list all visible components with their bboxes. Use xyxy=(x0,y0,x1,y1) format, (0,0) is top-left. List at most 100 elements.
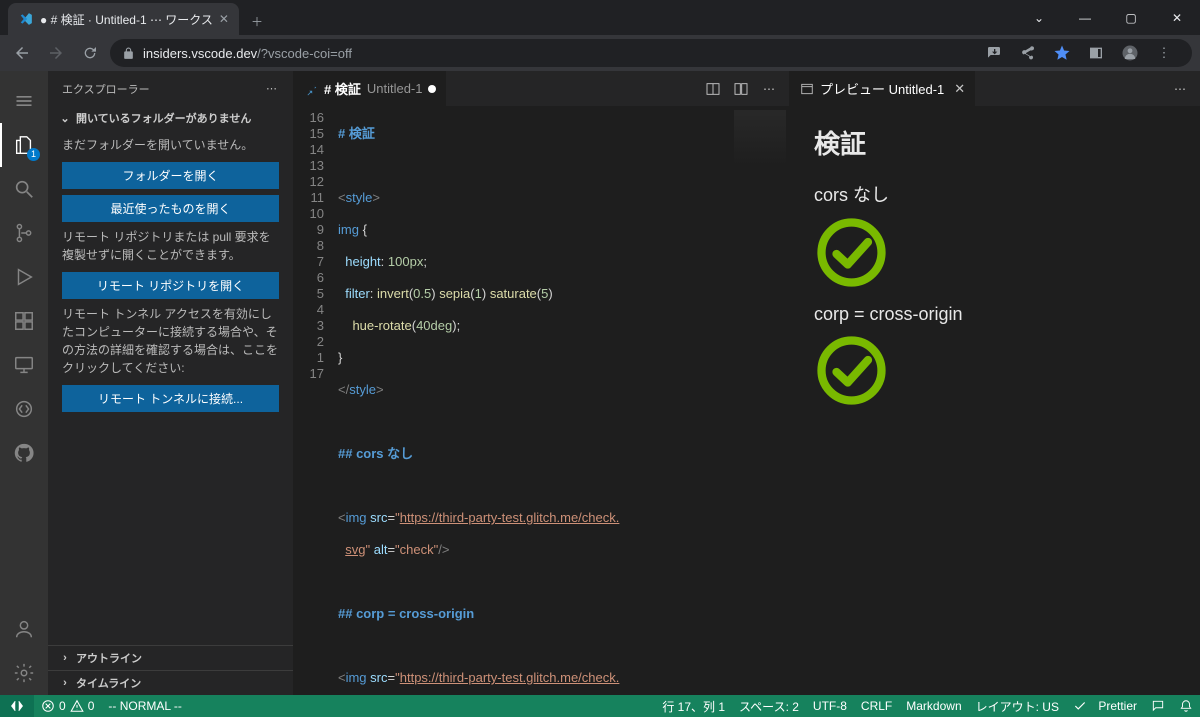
status-bar: 0 0 -- NORMAL -- 行 17、列 1 スペース: 2 UTF-8 … xyxy=(0,695,1200,717)
preview-icon xyxy=(800,82,814,96)
side-panel-icon[interactable] xyxy=(1080,39,1112,67)
editor-actions: ⋯ xyxy=(703,79,789,99)
new-tab-button[interactable]: ＋ xyxy=(243,7,271,35)
preview-tab[interactable]: プレビュー Untitled-1 ✕ xyxy=(790,71,975,106)
preview-h2-cors: cors なし xyxy=(814,181,1176,207)
sidebar-more-icon[interactable]: ⋯ xyxy=(266,82,279,95)
lock-icon xyxy=(122,47,135,60)
address-row: insiders.vscode.dev/?vscode-coi=off ⋮ xyxy=(0,35,1200,71)
preview-h1: 検証 xyxy=(814,124,1176,161)
chevron-right-icon: › xyxy=(58,652,72,664)
close-icon[interactable]: ✕ xyxy=(954,81,965,97)
minimap[interactable] xyxy=(733,106,789,695)
explorer-badge: 1 xyxy=(27,148,40,161)
preview-pane: プレビュー Untitled-1 ✕ ⋯ 検証 cors なし corp = c… xyxy=(790,71,1200,695)
feedback-icon[interactable] xyxy=(1144,695,1172,717)
open-folder-button[interactable]: フォルダーを開く xyxy=(62,162,279,189)
line-number-gutter: 16 15 14 13 12 11 10 9 8 7 6 5 4 3 2 1 1 xyxy=(294,106,338,695)
outline-label: アウトライン xyxy=(76,650,142,666)
minimize-button[interactable]: ― xyxy=(1062,0,1108,35)
msg-tunnel: リモート トンネル アクセスを有効にしたコンピューターに接続する場合や、その方法… xyxy=(62,305,279,377)
split-editor-icon[interactable] xyxy=(731,79,751,99)
language-mode-status[interactable]: Markdown xyxy=(899,695,968,717)
url-text: insiders.vscode.dev/?vscode-coi=off xyxy=(143,46,352,61)
share-icon[interactable] xyxy=(1012,39,1044,67)
settings-gear-icon[interactable] xyxy=(0,651,48,695)
eol-status[interactable]: CRLF xyxy=(854,695,899,717)
close-window-button[interactable]: ✕ xyxy=(1154,0,1200,35)
indent-status[interactable]: スペース: 2 xyxy=(732,695,806,717)
editor-area: # 検証 Untitled-1 ⋯ 16 15 14 13 12 11 xyxy=(294,71,1200,695)
profile-avatar-icon[interactable] xyxy=(1114,39,1146,67)
msg-no-folder: まだフォルダーを開いていません。 xyxy=(62,136,279,154)
timeline-section[interactable]: › タイムライン xyxy=(48,670,293,695)
check-image-cors xyxy=(814,215,889,290)
cursor-position[interactable]: 行 17、列 1 xyxy=(655,695,732,717)
vscode-favicon xyxy=(18,11,34,27)
vim-mode-status[interactable]: -- NORMAL -- xyxy=(101,695,189,717)
browser-chrome: ● # 検証 · Untitled-1 ⋯ ワークス ✕ ＋ ⌄ ― ▢ ✕ i… xyxy=(0,0,1200,71)
explorer-icon[interactable]: 1 xyxy=(0,123,48,167)
run-debug-icon[interactable] xyxy=(0,255,48,299)
preview-more-icon[interactable]: ⋯ xyxy=(1174,82,1200,96)
section-header-label: 開いているフォルダーがありません xyxy=(76,110,251,126)
open-remote-repo-button[interactable]: リモート リポジトリを開く xyxy=(62,272,279,299)
notifications-icon[interactable] xyxy=(1172,695,1200,717)
github-icon[interactable] xyxy=(0,431,48,475)
back-button[interactable] xyxy=(8,39,36,67)
no-folder-section-header[interactable]: ⌄ 開いているフォルダーがありません xyxy=(48,106,293,130)
install-app-icon[interactable] xyxy=(978,39,1010,67)
tab-filename: Untitled-1 xyxy=(367,81,423,96)
editor-tab[interactable]: # 検証 Untitled-1 xyxy=(294,71,447,106)
code-body[interactable]: 16 15 14 13 12 11 10 9 8 7 6 5 4 3 2 1 1 xyxy=(294,106,789,695)
prettier-status[interactable]: Prettier xyxy=(1066,695,1144,717)
connect-tunnel-button[interactable]: リモート トンネルに接続... xyxy=(62,385,279,412)
accounts-icon[interactable] xyxy=(0,607,48,651)
tab-label: # 検証 xyxy=(324,79,361,98)
kebab-menu-icon[interactable]: ⋮ xyxy=(1148,39,1180,67)
editor-tabbar: # 検証 Untitled-1 ⋯ xyxy=(294,71,789,106)
open-recent-button[interactable]: 最近使ったものを開く xyxy=(62,195,279,222)
sidebar-title-row: エクスプローラー ⋯ xyxy=(48,71,293,106)
menu-icon[interactable] xyxy=(0,79,48,123)
dev-container-icon[interactable] xyxy=(0,387,48,431)
preview-tab-label: プレビュー Untitled-1 xyxy=(820,79,944,98)
close-tab-icon[interactable]: ✕ xyxy=(219,12,229,26)
browser-tab-strip: ● # 検証 · Untitled-1 ⋯ ワークス ✕ ＋ ⌄ ― ▢ ✕ xyxy=(0,0,1200,35)
browser-tab-title: ● # 検証 · Untitled-1 ⋯ ワークス xyxy=(40,11,213,28)
check-image-corp xyxy=(814,333,889,408)
chevron-right-icon: › xyxy=(58,677,72,689)
extensions-icon[interactable] xyxy=(0,299,48,343)
editor-more-icon[interactable]: ⋯ xyxy=(759,79,779,99)
remote-explorer-icon[interactable] xyxy=(0,343,48,387)
vscode-workbench: 1 エクスプローラー ⋯ ⌄ 開いているフォルダーがありません まだフォルダーを… xyxy=(0,71,1200,695)
address-bar[interactable]: insiders.vscode.dev/?vscode-coi=off ⋮ xyxy=(110,39,1192,67)
sidebar-welcome-body: まだフォルダーを開いていません。 フォルダーを開く 最近使ったものを開く リモー… xyxy=(48,130,293,424)
open-preview-side-icon[interactable] xyxy=(703,79,723,99)
editor-pane: # 検証 Untitled-1 ⋯ 16 15 14 13 12 11 xyxy=(294,71,790,695)
sidebar-title: エクスプローラー xyxy=(62,81,150,97)
warning-count: 0 xyxy=(88,699,95,713)
chevron-down-icon[interactable]: ⌄ xyxy=(1016,0,1062,35)
reload-button[interactable] xyxy=(76,39,104,67)
dirty-indicator-icon xyxy=(428,85,436,93)
timeline-label: タイムライン xyxy=(76,675,141,691)
pin-icon xyxy=(304,82,318,96)
outline-section[interactable]: › アウトライン xyxy=(48,645,293,670)
bookmark-star-icon[interactable] xyxy=(1046,39,1078,67)
search-icon[interactable] xyxy=(0,167,48,211)
browser-tab[interactable]: ● # 検証 · Untitled-1 ⋯ ワークス ✕ xyxy=(8,3,239,35)
msg-remote-repo: リモート リポジトリまたは pull 要求を複製せずに開くことができます。 xyxy=(62,228,279,264)
window-controls: ⌄ ― ▢ ✕ xyxy=(1016,0,1200,35)
explorer-sidebar: エクスプローラー ⋯ ⌄ 開いているフォルダーがありません まだフォルダーを開い… xyxy=(48,71,294,695)
preview-h2-corp: corp = cross-origin xyxy=(814,304,1176,325)
remote-indicator[interactable] xyxy=(0,695,34,717)
source-control-icon[interactable] xyxy=(0,211,48,255)
encoding-status[interactable]: UTF-8 xyxy=(806,695,854,717)
forward-button[interactable] xyxy=(42,39,70,67)
keyboard-layout-status[interactable]: レイアウト: US xyxy=(969,695,1066,717)
maximize-button[interactable]: ▢ xyxy=(1108,0,1154,35)
preview-body: 検証 cors なし corp = cross-origin xyxy=(790,106,1200,695)
error-count: 0 xyxy=(59,699,66,713)
problems-status[interactable]: 0 0 xyxy=(34,695,101,717)
